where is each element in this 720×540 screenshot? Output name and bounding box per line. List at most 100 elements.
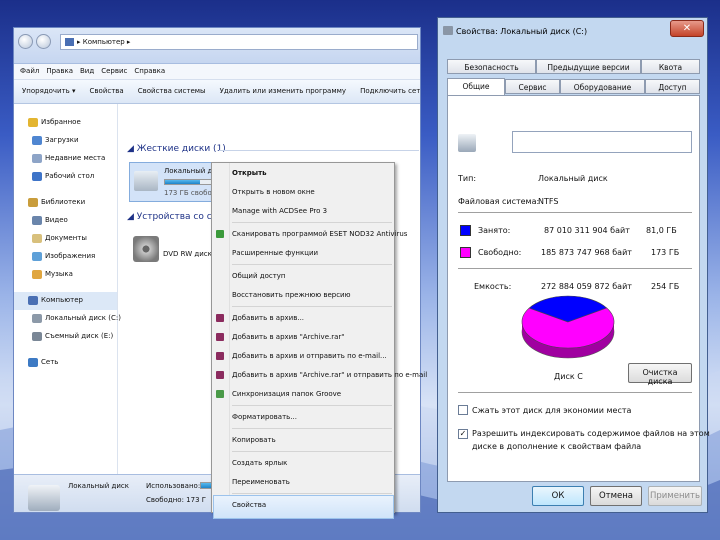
context-menu-item[interactable]: Добавить в архив... xyxy=(232,312,304,324)
sidebar-item-label: Загрузки xyxy=(45,136,79,144)
close-button[interactable]: ✕ xyxy=(670,20,704,37)
tab-sharing[interactable]: Доступ xyxy=(645,79,700,94)
context-menu-item[interactable]: Расширенные функции xyxy=(232,247,318,259)
sidebar-item-label: Сеть xyxy=(41,358,59,366)
context-menu-item[interactable]: Переименовать xyxy=(232,476,290,488)
tab-general[interactable]: Общие xyxy=(447,78,505,96)
disk-label: Диск C xyxy=(554,372,583,381)
dvd-drive-icon[interactable] xyxy=(133,236,159,262)
context-menu-item[interactable]: Форматировать... xyxy=(232,411,297,423)
sidebar-item[interactable]: Музыка xyxy=(14,266,117,284)
back-button[interactable] xyxy=(18,34,33,49)
sidebar-item-icon xyxy=(32,234,42,243)
sidebar-item-icon xyxy=(32,154,42,163)
drive-c-free: 173 ГБ свобод xyxy=(164,189,217,197)
hard-drive-icon xyxy=(458,134,476,152)
compress-checkbox[interactable] xyxy=(458,405,468,415)
sidebar-item[interactable]: Загрузки xyxy=(14,132,117,150)
sidebar-item[interactable]: Видео xyxy=(14,212,117,230)
context-menu-item[interactable]: Синхронизация папок Groove xyxy=(232,388,341,400)
navigation-pane: Избранное Загрузки Недавние места Рабочий с… xyxy=(14,104,121,474)
divider xyxy=(458,268,692,269)
menu-item-icon xyxy=(216,333,224,341)
menu-tools[interactable]: Сервис xyxy=(101,67,127,76)
tab-hardware[interactable]: Оборудование xyxy=(560,79,645,94)
organize-button[interactable]: Упорядочить ▾ xyxy=(22,87,76,96)
context-menu-item[interactable]: Общий доступ xyxy=(232,270,286,282)
status-free: Свободно: 173 Г xyxy=(146,496,207,504)
sidebar-item[interactable]: Съемный диск (E:) xyxy=(14,328,117,346)
menu-separator xyxy=(232,493,392,494)
capacity-bytes: 272 884 059 872 байт xyxy=(541,282,632,291)
sidebar-item[interactable]: Сеть xyxy=(14,354,117,372)
compress-label[interactable]: Сжать этот диск для экономии места xyxy=(472,406,631,415)
sidebar-item[interactable]: Локальный диск (C:) xyxy=(14,310,121,328)
context-menu-item[interactable]: Открыть в новом окне xyxy=(232,186,315,198)
menu-item-icon xyxy=(216,314,224,322)
disk-usage-pie xyxy=(521,295,615,359)
sidebar-item-icon xyxy=(32,172,42,181)
status-drive-name: Локальный диск xyxy=(68,482,130,490)
menu-file[interactable]: Файл xyxy=(20,67,39,76)
disk-cleanup-button[interactable]: Очистка диска xyxy=(628,363,692,386)
context-menu-item[interactable]: Создать ярлык xyxy=(232,457,287,469)
context-menu-item[interactable]: Свойства xyxy=(232,499,266,511)
sidebar-item[interactable]: Компьютер xyxy=(14,292,117,310)
drive-label-field[interactable] xyxy=(512,131,692,153)
tab-previous-versions[interactable]: Предыдущие версии xyxy=(536,59,641,74)
sidebar-item-label: Музыка xyxy=(45,270,73,278)
cancel-button[interactable]: Отмена xyxy=(590,486,642,506)
menu-view[interactable]: Вид xyxy=(80,67,94,76)
menu-item-icon xyxy=(216,352,224,360)
menu-item-icon xyxy=(216,371,224,379)
free-space-swatch xyxy=(460,247,471,258)
index-label-line2[interactable]: диске в дополнение к свойствам файла xyxy=(472,442,641,451)
group-hdd-header[interactable]: ◢ Жесткие диски (1) xyxy=(127,144,226,154)
address-field[interactable]: ▸ Компьютер ▸ xyxy=(60,34,418,50)
sidebar-item-icon xyxy=(28,118,38,127)
ok-button[interactable]: ОК xyxy=(532,486,584,506)
context-menu-item[interactable]: Добавить в архив "Archive.rar" xyxy=(232,331,345,343)
sidebar-item-icon xyxy=(32,314,42,323)
uninstall-button[interactable]: Удалить или изменить программу xyxy=(220,87,346,96)
sidebar-item-icon xyxy=(32,136,42,145)
filesystem-value: NTFS xyxy=(538,197,559,206)
sidebar-item[interactable]: Недавние места xyxy=(14,150,117,168)
context-menu-item[interactable]: Копировать xyxy=(232,434,276,446)
menu-item-icon xyxy=(216,230,224,238)
sidebar-item-label: Видео xyxy=(45,216,68,224)
drive-c-usage-fill xyxy=(165,180,200,184)
context-menu-item[interactable]: Manage with ACDSee Pro 3 xyxy=(232,205,327,217)
index-checkbox[interactable]: ✓ xyxy=(458,429,468,439)
sidebar-item-icon xyxy=(28,296,38,305)
menu-edit[interactable]: Правка xyxy=(46,67,73,76)
index-label-line1[interactable]: Разрешить индексировать содержимое файло… xyxy=(472,429,710,438)
type-label: Тип: xyxy=(458,174,477,183)
tab-quota[interactable]: Квота xyxy=(641,59,700,74)
sidebar-item-label: Избранное xyxy=(41,118,81,126)
hard-drive-icon xyxy=(134,171,158,191)
tab-security[interactable]: Безопасность xyxy=(447,59,536,74)
context-menu-item[interactable]: Восстановить прежнюю версию xyxy=(232,289,351,301)
apply-button[interactable]: Применить xyxy=(648,486,702,506)
context-menu-item[interactable]: Добавить в архив "Archive.rar" и отправи… xyxy=(232,369,427,381)
menu-separator xyxy=(232,222,392,223)
properties-button[interactable]: Свойства xyxy=(90,87,124,96)
used-label: Занято: xyxy=(478,226,511,235)
tab-tools[interactable]: Сервис xyxy=(505,79,560,94)
system-properties-button[interactable]: Свойства системы xyxy=(138,87,206,96)
sidebar-item[interactable]: Документы xyxy=(14,230,117,248)
map-network-drive-button[interactable]: Подключить сетевой xyxy=(360,87,420,96)
context-menu-item[interactable]: Добавить в архив и отправить по e-mail..… xyxy=(232,350,387,362)
sidebar-item-icon xyxy=(32,216,42,225)
menu-help[interactable]: Справка xyxy=(134,67,165,76)
sidebar-item[interactable]: Изображения xyxy=(14,248,117,266)
forward-button[interactable] xyxy=(36,34,51,49)
sidebar-item[interactable]: Библиотеки xyxy=(14,194,117,212)
sidebar-item-label: Рабочий стол xyxy=(45,172,95,180)
free-size: 173 ГБ xyxy=(651,248,680,257)
sidebar-item[interactable]: Рабочий стол xyxy=(14,168,117,186)
sidebar-item[interactable]: Избранное xyxy=(14,114,117,132)
context-menu-item[interactable]: Открыть xyxy=(232,167,267,179)
context-menu-item[interactable]: Сканировать программой ESET NOD32 Antivi… xyxy=(232,228,407,240)
